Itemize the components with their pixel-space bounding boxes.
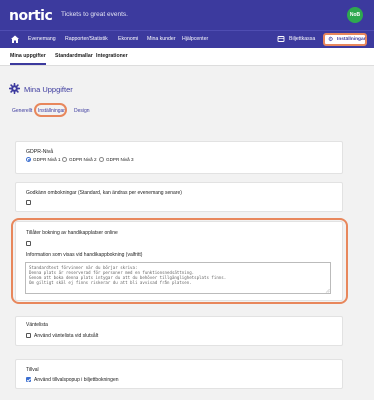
addons-checkbox[interactable]	[26, 377, 31, 382]
subnav-integrationer[interactable]: Integrationer	[96, 53, 128, 59]
gdpr-option-3[interactable]: GDPR Nivå 3	[99, 157, 134, 163]
tagline: Tickets to great events.	[61, 11, 128, 18]
top-header: nortic Tickets to great events. NoB	[0, 0, 374, 30]
subnav-mina-uppgifter[interactable]: Mina uppgifter	[10, 53, 46, 59]
user-avatar[interactable]: NoB	[347, 7, 363, 23]
nav-rapporter[interactable]: Rapporter/Statistik	[65, 36, 108, 42]
subnav-standardmallar[interactable]: Standardmallar	[55, 53, 93, 59]
tab-generellt[interactable]: Generellt	[12, 108, 32, 114]
gdpr-title: GDPR-Nivå	[26, 149, 54, 155]
waitlist-title: Väntelista	[26, 322, 48, 328]
rebooking-checkbox[interactable]	[26, 200, 31, 205]
radio-checked[interactable]	[26, 157, 31, 163]
page-title: Mina Uppgifter	[24, 85, 73, 94]
accessibility-label: Tillåter bokning av handikapplatser onli…	[26, 230, 118, 236]
rebooking-label: Godkänn ombokningar (Standard, kan ändra…	[26, 190, 182, 196]
active-indicator	[10, 63, 46, 65]
waitlist-label: Använd väntelista vid slutsålt	[34, 333, 99, 339]
tab-installningar[interactable]: Inställningar	[38, 108, 65, 114]
accessibility-info-label: Information som visas vid handikappbokni…	[26, 252, 143, 258]
waitlist-checkbox[interactable]	[26, 333, 31, 338]
sub-nav: Mina uppgifter Standardmallar Integratio…	[0, 48, 374, 66]
nav-evenemang[interactable]: Evenemang	[28, 36, 56, 42]
gdpr-option-1[interactable]: GDPR Nivå 1	[26, 157, 61, 163]
addons-label: Använd tillvalspopup i biljettbokningen	[34, 377, 119, 383]
radio-unchecked[interactable]	[99, 157, 104, 163]
accessibility-info-textarea[interactable]: Standardtext förvinner när du börjar skr…	[25, 262, 331, 294]
tab-design[interactable]: Design	[74, 108, 90, 114]
nav-ekonomi[interactable]: Ekonomi	[118, 36, 138, 42]
addons-title: Tillval	[26, 367, 39, 373]
nav-hjalpcenter[interactable]: Hjälpcenter	[182, 36, 208, 42]
addons-card	[15, 359, 343, 389]
gdpr-option-2[interactable]: GDPR Nivå 2	[62, 157, 97, 163]
gear-icon: ⚙	[328, 37, 334, 43]
resize-grip-icon[interactable]	[325, 288, 330, 293]
gear-icon	[9, 83, 20, 94]
ticket-office-icon	[277, 36, 285, 42]
accessibility-checkbox[interactable]	[26, 241, 31, 246]
nav-mina-kunder[interactable]: Mina kunder	[147, 36, 176, 42]
radio-unchecked[interactable]	[62, 157, 67, 163]
nortic-logo[interactable]: nortic	[9, 8, 53, 24]
settings-button[interactable]: ⚙ Inställningar	[323, 33, 367, 46]
nav-biljettkassa[interactable]: Biljettkassa	[289, 36, 315, 42]
main-nav: Evenemang Rapporter/Statistik Ekonomi Mi…	[0, 30, 374, 48]
waitlist-card	[15, 316, 343, 346]
settings-label: Inställningar	[337, 37, 366, 42]
rebooking-card	[15, 182, 343, 212]
home-icon[interactable]	[10, 34, 20, 44]
